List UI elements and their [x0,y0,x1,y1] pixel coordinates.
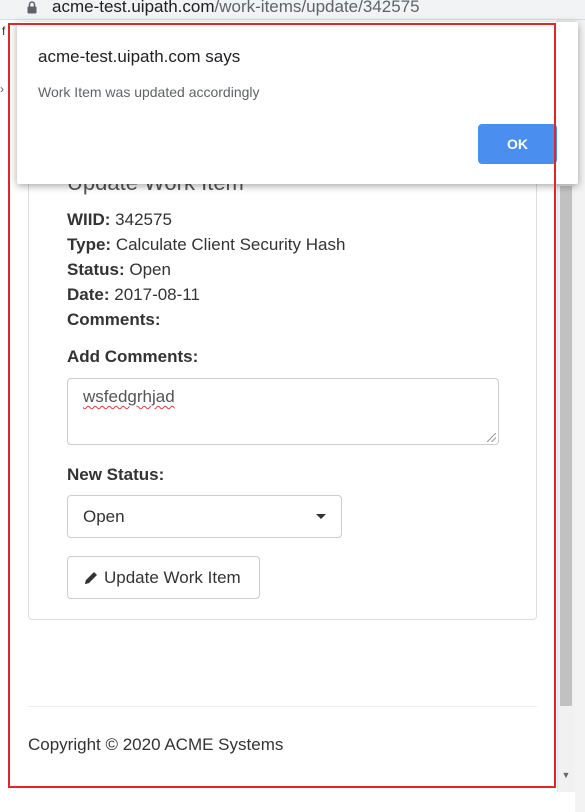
wiid-value: 342575 [115,210,172,229]
scrollbar-thumb[interactable] [560,186,572,706]
type-label: Type: [67,235,112,254]
address-bar[interactable]: acme-test.uipath.com/work-items/update/3… [0,0,585,20]
new-status-selected-value: Open [83,507,125,526]
comments-line: Comments: [67,310,161,330]
add-comments-label: Add Comments: [67,347,199,366]
type-value: Calculate Client Security Hash [115,235,346,254]
ok-button[interactable]: OK [478,124,557,164]
date-value: 2017-08-11 [114,285,200,304]
comments-label: Comments: [67,310,161,329]
date-label: Date: [67,285,110,304]
url-text[interactable]: acme-test.uipath.com/work-items/update/3… [52,0,420,17]
status-label: Status: [67,260,125,279]
wiid-label: WIID: [67,210,111,229]
status-line: Status: Open [67,260,171,280]
scroll-down-arrow-icon[interactable]: ▼ [561,770,571,780]
new-status-label: New Status: [67,465,165,484]
dialog-title: acme-test.uipath.com says [38,47,241,66]
new-status-select[interactable]: Open [67,495,342,538]
wiid-line: WIID: 342575 [67,210,172,230]
update-work-item-button[interactable]: Update Work Item [67,556,260,599]
dialog-message: Work Item was updated accordingly [38,84,260,100]
footer-divider [28,706,537,707]
footer-copyright: Copyright © 2020 ACME Systems [28,735,284,754]
add-comments-textarea[interactable]: wsfedgrhjad [67,378,499,445]
type-line: Type: Calculate Client Security Hash [67,235,345,255]
lock-icon [27,1,37,14]
status-value: Open [129,260,171,279]
resize-grip-icon[interactable] [487,433,496,442]
date-line: Date: 2017-08-11 [67,285,200,305]
clipped-text-fragment: f [2,24,6,38]
update-button-label: Update Work Item [104,567,241,587]
url-path: /work-items/update/342575 [214,0,420,16]
pencil-icon [85,571,97,584]
chevron-right-icon: › [0,82,4,96]
chevron-down-icon [316,514,326,519]
comments-input-value: wsfedgrhjad [83,387,175,406]
url-host: acme-test.uipath.com [52,0,215,16]
